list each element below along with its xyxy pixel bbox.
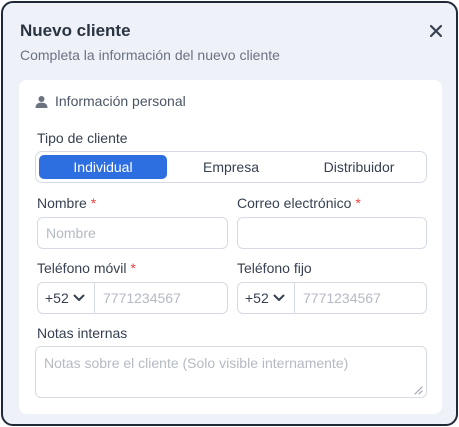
email-label-text: Correo electrónico: [237, 195, 352, 211]
email-label: Correo electrónico *: [237, 195, 361, 211]
email-input[interactable]: [237, 217, 427, 249]
close-button[interactable]: [425, 20, 447, 42]
dialog-title: Nuevo cliente: [20, 21, 131, 40]
mobile-phone-field: +52: [37, 282, 228, 314]
required-mark: *: [130, 260, 136, 276]
mobile-phone-label-text: Teléfono móvil: [37, 260, 127, 276]
client-type-selector: Individual Empresa Distribuidor: [35, 151, 427, 183]
close-icon: [429, 24, 443, 38]
client-type-option-individual[interactable]: Individual: [39, 155, 167, 179]
client-type-option-empresa[interactable]: Empresa: [167, 155, 295, 179]
required-mark: *: [90, 195, 97, 211]
name-label-text: Nombre: [37, 195, 87, 211]
mobile-phone-input[interactable]: [95, 283, 227, 313]
landline-country-code: +52: [245, 290, 269, 306]
mobile-country-code: +52: [45, 290, 69, 306]
personal-info-card: Información personal Tipo de cliente Ind…: [19, 80, 442, 414]
name-input[interactable]: [37, 217, 228, 249]
landline-phone-input[interactable]: [295, 283, 426, 313]
client-type-option-distribuidor[interactable]: Distribuidor: [295, 155, 423, 179]
section-header: Información personal: [35, 93, 186, 109]
notes-label: Notas internas: [37, 325, 128, 341]
landline-country-code-select[interactable]: +52: [238, 283, 295, 313]
chevron-down-icon: [273, 294, 285, 301]
mobile-country-code-select[interactable]: +52: [38, 283, 95, 313]
name-label: Nombre *: [37, 195, 96, 211]
landline-phone-field: +52: [237, 282, 427, 314]
landline-label: Teléfono fijo: [237, 260, 312, 276]
chevron-down-icon: [73, 294, 85, 301]
user-icon: [35, 95, 48, 108]
section-title: Información personal: [55, 93, 186, 109]
dialog-subtitle: Completa la información del nuevo client…: [20, 47, 280, 63]
mobile-phone-label: Teléfono móvil *: [37, 260, 136, 276]
client-type-label: Tipo de cliente: [37, 130, 128, 146]
resize-handle-icon[interactable]: [413, 385, 423, 395]
new-client-dialog: Nuevo cliente Completa la información de…: [1, 1, 458, 426]
required-mark: *: [355, 195, 361, 211]
notes-textarea[interactable]: [35, 346, 427, 398]
